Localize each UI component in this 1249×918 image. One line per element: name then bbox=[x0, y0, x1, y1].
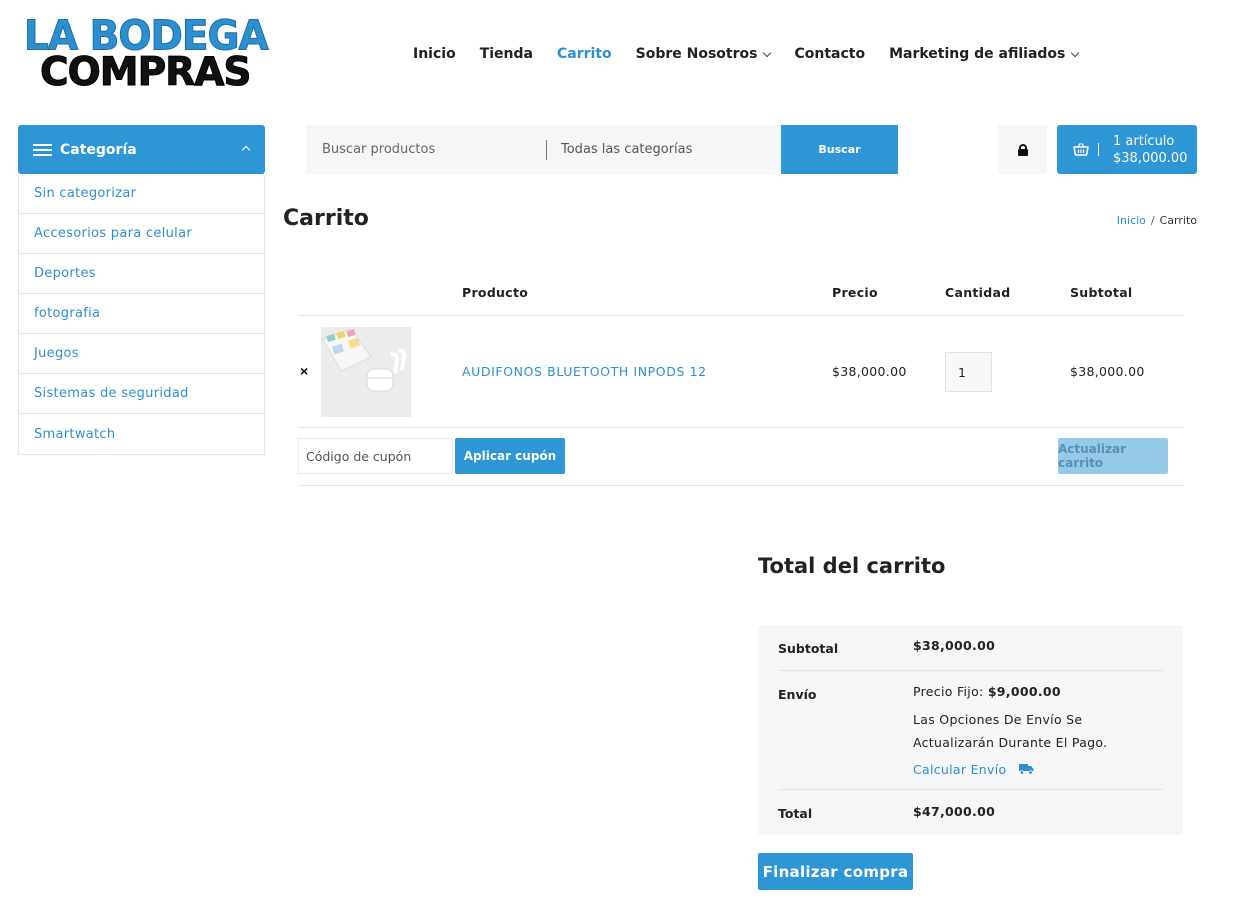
product-name-link[interactable]: AUDIFONOS BLUETOOTH INPODS 12 bbox=[462, 364, 707, 379]
category-item[interactable]: Sin categorizar bbox=[19, 174, 264, 214]
cart-totals-box: Subtotal $38,000.00 Envío Precio Fijo: $… bbox=[758, 625, 1183, 835]
nav-label: Tienda bbox=[479, 46, 533, 62]
shipping-label: Envío bbox=[778, 687, 817, 702]
calculate-shipping-label: Calcular Envío bbox=[913, 762, 1007, 777]
nav-item-tienda[interactable]: Tienda bbox=[480, 46, 533, 62]
main-nav: Inicio Tienda Carrito Sobre Nosotros Con… bbox=[413, 46, 1102, 62]
nav-item-inicio[interactable]: Inicio bbox=[413, 46, 456, 62]
total-value: $47,000.00 bbox=[913, 804, 996, 819]
cart-total: $38,000.00 bbox=[1113, 151, 1188, 166]
total-label: Total bbox=[778, 806, 813, 821]
hamburger-icon bbox=[33, 143, 52, 156]
cart-count: 1 artículo bbox=[1113, 134, 1175, 149]
subtotal-label: Subtotal bbox=[778, 641, 839, 656]
site-logo[interactable]: LA BODEGA COMPRAS bbox=[24, 12, 270, 95]
divider bbox=[298, 315, 1184, 316]
product-thumbnail[interactable] bbox=[321, 327, 411, 417]
calculate-shipping-link[interactable]: Calcular Envío bbox=[913, 762, 1034, 777]
cart-totals-title: Total del carrito bbox=[758, 554, 946, 578]
header-cantidad: Cantidad bbox=[945, 285, 1011, 300]
basket-icon bbox=[1073, 143, 1089, 156]
product-search: Buscar productos Todas las categorías Bu… bbox=[306, 125, 898, 174]
apply-coupon-button[interactable]: Aplicar cupón bbox=[455, 438, 565, 474]
category-title: Categoría bbox=[60, 141, 137, 158]
shipping-note: Las Opciones De Envío Se bbox=[913, 712, 1083, 727]
category-select[interactable]: Todas las categorías bbox=[547, 125, 782, 174]
category-item[interactable]: fotografia bbox=[19, 294, 264, 334]
divider bbox=[298, 485, 1184, 486]
header-precio: Precio bbox=[832, 285, 878, 300]
search-input[interactable]: Buscar productos bbox=[306, 125, 546, 174]
nav-label: Marketing de afiliados bbox=[889, 46, 1066, 62]
nav-item-carrito[interactable]: Carrito bbox=[557, 46, 612, 62]
chevron-down-icon bbox=[1071, 48, 1080, 57]
truck-icon bbox=[1018, 764, 1034, 775]
header-producto: Producto bbox=[462, 285, 529, 300]
header-subtotal: Subtotal bbox=[1070, 285, 1133, 300]
checkout-button[interactable]: Finalizar compra bbox=[758, 853, 913, 890]
nav-item-sobre-nosotros[interactable]: Sobre Nosotros bbox=[635, 46, 772, 62]
divider bbox=[298, 427, 1184, 428]
nav-label: Sobre Nosotros bbox=[635, 46, 758, 62]
product-image bbox=[321, 327, 411, 417]
category-item[interactable]: Deportes bbox=[19, 254, 264, 294]
chevron-up-icon bbox=[241, 145, 251, 155]
nav-label: Inicio bbox=[413, 46, 456, 62]
breadcrumb-separator: / bbox=[1150, 214, 1155, 227]
update-cart-button[interactable]: Actualizar carrito bbox=[1058, 438, 1168, 474]
remove-item-button[interactable]: × bbox=[300, 363, 308, 379]
breadcrumb-current: Carrito bbox=[1159, 214, 1197, 227]
subtotal-value: $38,000.00 bbox=[913, 638, 996, 653]
lock-icon bbox=[1017, 143, 1028, 156]
shipping-method-label: Precio Fijo: bbox=[913, 684, 988, 699]
category-item[interactable]: Juegos bbox=[19, 334, 264, 374]
nav-label: Carrito bbox=[556, 46, 612, 62]
shipping-note: Actualizarán Durante El Pago. bbox=[913, 735, 1108, 750]
chevron-down-icon bbox=[763, 48, 772, 57]
header-cart-button[interactable]: 1 artículo $38,000.00 bbox=[1057, 125, 1197, 174]
nav-item-marketing-afiliados[interactable]: Marketing de afiliados bbox=[889, 46, 1080, 62]
category-item[interactable]: Smartwatch bbox=[19, 414, 264, 454]
divider bbox=[778, 789, 1163, 790]
account-button[interactable] bbox=[998, 125, 1047, 174]
page-title: Carrito bbox=[283, 206, 369, 231]
quantity-input[interactable]: 1 bbox=[945, 352, 992, 392]
divider bbox=[1098, 143, 1099, 156]
coupon-input[interactable]: Código de cupón bbox=[298, 438, 453, 474]
nav-item-contacto[interactable]: Contacto bbox=[794, 46, 865, 62]
breadcrumb: Inicio / Carrito bbox=[1117, 214, 1197, 227]
category-item[interactable]: Accesorios para celular bbox=[19, 214, 264, 254]
product-subtotal: $38,000.00 bbox=[1070, 364, 1145, 379]
search-button[interactable]: Buscar bbox=[781, 125, 898, 174]
category-list: Sin categorizar Accesorios para celular … bbox=[18, 174, 265, 455]
product-price: $38,000.00 bbox=[832, 364, 907, 379]
shipping-method-value: $9,000.00 bbox=[987, 684, 1061, 699]
nav-label: Contacto bbox=[794, 46, 866, 62]
breadcrumb-home[interactable]: Inicio bbox=[1117, 214, 1146, 227]
category-toggle[interactable]: Categoría bbox=[18, 125, 265, 174]
logo-line-2: COMPRAS bbox=[39, 50, 251, 96]
divider bbox=[778, 670, 1163, 671]
category-item[interactable]: Sistemas de seguridad bbox=[19, 374, 264, 414]
